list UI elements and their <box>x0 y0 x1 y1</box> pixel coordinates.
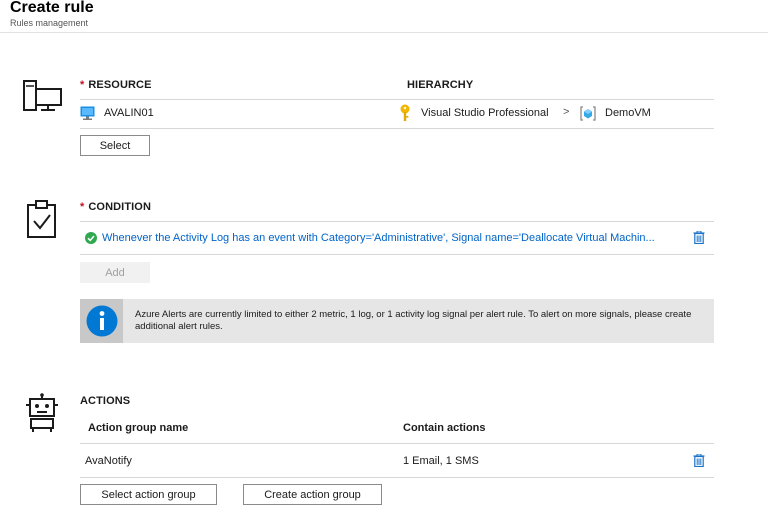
resource-group-name[interactable]: DemoVM <box>605 107 651 119</box>
column-header-action-group: Action group name <box>88 422 189 434</box>
info-icon <box>86 305 118 337</box>
condition-section-label: * CONDITION <box>80 201 152 213</box>
page-header: Create rule Rules management <box>0 0 768 33</box>
add-condition-button[interactable]: Add <box>80 262 150 283</box>
divider <box>80 128 714 129</box>
select-resource-button[interactable]: Select <box>80 135 150 156</box>
chevron-right-icon: > <box>563 106 570 118</box>
contain-actions-value: 1 Email, 1 SMS <box>403 455 479 467</box>
info-banner: Azure Alerts are currently limited to ei… <box>80 299 714 343</box>
required-marker: * <box>80 201 85 213</box>
divider <box>80 221 714 222</box>
computer-icon <box>23 80 62 111</box>
divider <box>80 254 714 255</box>
divider <box>80 99 714 100</box>
required-marker: * <box>80 79 85 91</box>
resource-name: AVALIN01 <box>104 107 154 119</box>
virtual-machine-icon <box>80 106 95 120</box>
create-action-group-button[interactable]: Create action group <box>243 484 382 505</box>
resource-section-label: * RESOURCE <box>80 79 152 91</box>
page-subtitle: Rules management <box>10 18 89 28</box>
check-circle-icon <box>85 232 97 244</box>
divider <box>80 443 714 444</box>
robot-icon <box>26 393 58 432</box>
column-header-contain-actions: Contain actions <box>403 422 486 434</box>
key-icon <box>400 104 410 121</box>
page-title: Create rule <box>10 0 94 16</box>
trash-icon[interactable] <box>693 231 705 244</box>
clipboard-check-icon <box>27 200 56 238</box>
divider <box>80 477 714 478</box>
actions-section-label: ACTIONS <box>80 395 131 407</box>
select-action-group-button[interactable]: Select action group <box>80 484 217 505</box>
resource-group-icon <box>580 106 596 121</box>
condition-link[interactable]: Whenever the Activity Log has an event w… <box>102 232 655 244</box>
info-banner-stripe <box>80 299 123 343</box>
trash-icon[interactable] <box>693 454 705 467</box>
info-banner-text: Azure Alerts are currently limited to ei… <box>135 309 692 332</box>
action-group-name: AvaNotify <box>85 455 132 467</box>
hierarchy-label: HIERARCHY <box>407 79 474 91</box>
subscription-name: Visual Studio Professional <box>421 107 549 119</box>
